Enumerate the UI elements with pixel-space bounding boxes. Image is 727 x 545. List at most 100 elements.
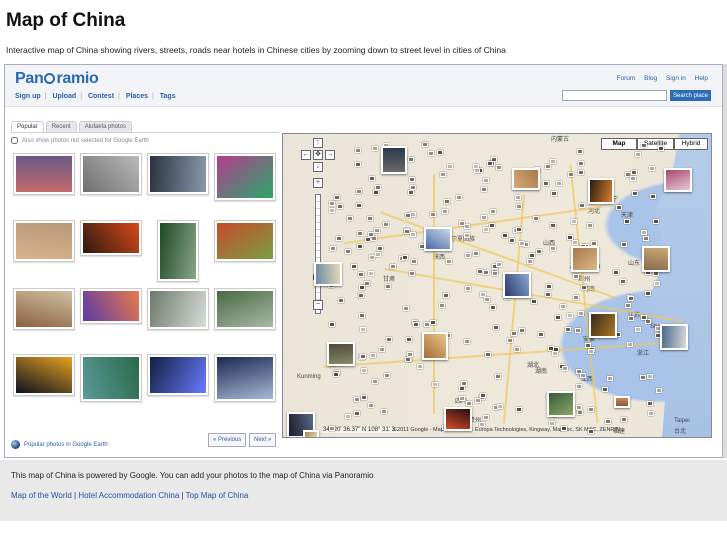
map-photo-dot[interactable] <box>549 245 556 251</box>
map-photo-dot[interactable] <box>410 185 417 191</box>
map-photo-dot[interactable] <box>606 376 613 382</box>
map-photo-dot[interactable] <box>635 151 642 157</box>
map-photo-dot[interactable] <box>358 285 365 291</box>
zoom-in-icon[interactable]: + <box>313 178 323 188</box>
map-photo-dot[interactable] <box>646 373 653 379</box>
map-photo-dot[interactable] <box>361 395 368 401</box>
map-photo-dot[interactable] <box>330 246 337 252</box>
map-photo-dot[interactable] <box>543 181 550 187</box>
map-photo-dot[interactable] <box>494 373 501 379</box>
photo-thumbnail[interactable] <box>214 220 276 262</box>
page-scrollbar[interactable] <box>723 64 727 458</box>
map-photo-dot[interactable] <box>367 270 374 276</box>
map-photo-marker[interactable] <box>660 324 688 350</box>
map-photo-dot[interactable] <box>567 234 574 240</box>
photo-thumbnail[interactable] <box>13 220 75 262</box>
map-photo-dot[interactable] <box>488 223 495 229</box>
map-photo-dot[interactable] <box>465 286 472 292</box>
map-photo-dot[interactable] <box>445 259 452 265</box>
google-earth-checkbox[interactable] <box>11 137 18 144</box>
map-photo-dot[interactable] <box>643 236 650 242</box>
photo-thumbnail[interactable] <box>157 220 199 282</box>
link-forum[interactable]: Forum <box>617 75 636 82</box>
map-photo-dot[interactable] <box>479 422 486 428</box>
photo-thumbnail[interactable] <box>214 288 276 330</box>
map-photo-dot[interactable] <box>370 236 377 242</box>
map-type-map[interactable]: Map <box>601 138 637 150</box>
map-photo-dot[interactable] <box>625 302 632 308</box>
map-photo-dot[interactable] <box>588 348 595 354</box>
map-photo-marker[interactable] <box>571 246 599 272</box>
map-photo-dot[interactable] <box>459 220 466 226</box>
map-photo-dot[interactable] <box>410 232 417 238</box>
pan-center-icon[interactable]: ✥ <box>313 150 323 160</box>
map-photo-dot[interactable] <box>641 142 648 148</box>
map-photo-dot[interactable] <box>372 378 379 384</box>
map-photo-dot[interactable] <box>587 222 594 228</box>
map-photo-dot[interactable] <box>573 294 580 300</box>
map-photo-dot[interactable] <box>620 416 627 422</box>
map-photo-dot[interactable] <box>476 269 483 275</box>
map-photo-dot[interactable] <box>346 216 353 222</box>
map-photo-dot[interactable] <box>355 161 362 167</box>
map-photo-dot[interactable] <box>368 176 375 182</box>
map-photo-dot[interactable] <box>380 408 387 414</box>
map-photo-dot[interactable] <box>487 161 494 167</box>
map-photo-dot[interactable] <box>491 270 498 276</box>
map-photo-dot[interactable] <box>329 321 336 327</box>
map-photo-dot[interactable] <box>402 306 409 312</box>
map-photo-dot[interactable] <box>576 404 583 410</box>
photo-thumbnail[interactable] <box>80 220 142 256</box>
map-photo-dot[interactable] <box>456 195 463 201</box>
photo-thumbnail[interactable] <box>13 153 75 195</box>
photo-thumbnail[interactable] <box>147 354 209 396</box>
map-photo-marker[interactable] <box>512 168 540 190</box>
map-photo-dot[interactable] <box>575 384 582 390</box>
map-photo-dot[interactable] <box>403 229 410 235</box>
map-photo-dot[interactable] <box>473 163 480 169</box>
map-photo-dot[interactable] <box>560 304 567 310</box>
map-photo-marker[interactable] <box>314 262 342 286</box>
panoramio-logo[interactable]: Pan ramio <box>15 70 99 88</box>
photo-thumbnail[interactable] <box>80 288 142 324</box>
map-photo-dot[interactable] <box>367 215 374 221</box>
photo-thumbnail[interactable] <box>214 354 276 402</box>
previous-button[interactable]: « Previous <box>208 433 247 447</box>
map-photo-dot[interactable] <box>329 425 336 431</box>
map-photo-dot[interactable] <box>551 190 558 196</box>
map-photo-dot[interactable] <box>367 402 374 408</box>
map-photo-dot[interactable] <box>605 418 612 424</box>
map-photo-dot[interactable] <box>507 338 514 344</box>
map-photo-dot[interactable] <box>377 246 384 252</box>
pan-right-icon[interactable]: → <box>325 150 335 160</box>
map-photo-dot[interactable] <box>417 364 424 370</box>
map-type-hybrid[interactable]: Hybrid <box>674 138 708 150</box>
map-photo-dot[interactable] <box>576 410 583 416</box>
map-photo-dot[interactable] <box>641 314 648 320</box>
search-place-button[interactable]: Search place <box>670 90 711 101</box>
map-photo-dot[interactable] <box>431 382 438 388</box>
map-photo-dot[interactable] <box>613 269 620 275</box>
map-photo-dot[interactable] <box>631 170 638 176</box>
map-photo-dot[interactable] <box>421 142 428 147</box>
map-photo-dot[interactable] <box>408 156 415 162</box>
map-photo-dot[interactable] <box>511 331 518 337</box>
map-photo-dot[interactable] <box>654 280 661 286</box>
map-photo-dot[interactable] <box>430 320 437 326</box>
link-sign-in[interactable]: Sign in <box>666 75 686 82</box>
map-photo-dot[interactable] <box>538 331 545 337</box>
map-photo-dot[interactable] <box>408 177 415 183</box>
map-photo-dot[interactable] <box>461 380 468 386</box>
map-photo-dot[interactable] <box>560 425 567 431</box>
map-photo-dot[interactable] <box>350 263 357 269</box>
map-photo-marker[interactable] <box>588 178 614 204</box>
map-photo-dot[interactable] <box>408 270 415 276</box>
map-photo-marker[interactable] <box>614 396 630 408</box>
map-photo-dot[interactable] <box>550 159 557 165</box>
photo-thumbnail[interactable] <box>13 288 75 330</box>
map-photo-dot[interactable] <box>437 149 444 155</box>
map-photo-marker[interactable] <box>664 168 692 192</box>
photo-thumbnail[interactable] <box>80 354 142 402</box>
map-photo-dot[interactable] <box>408 190 415 196</box>
map-photo-dot[interactable] <box>412 321 419 327</box>
